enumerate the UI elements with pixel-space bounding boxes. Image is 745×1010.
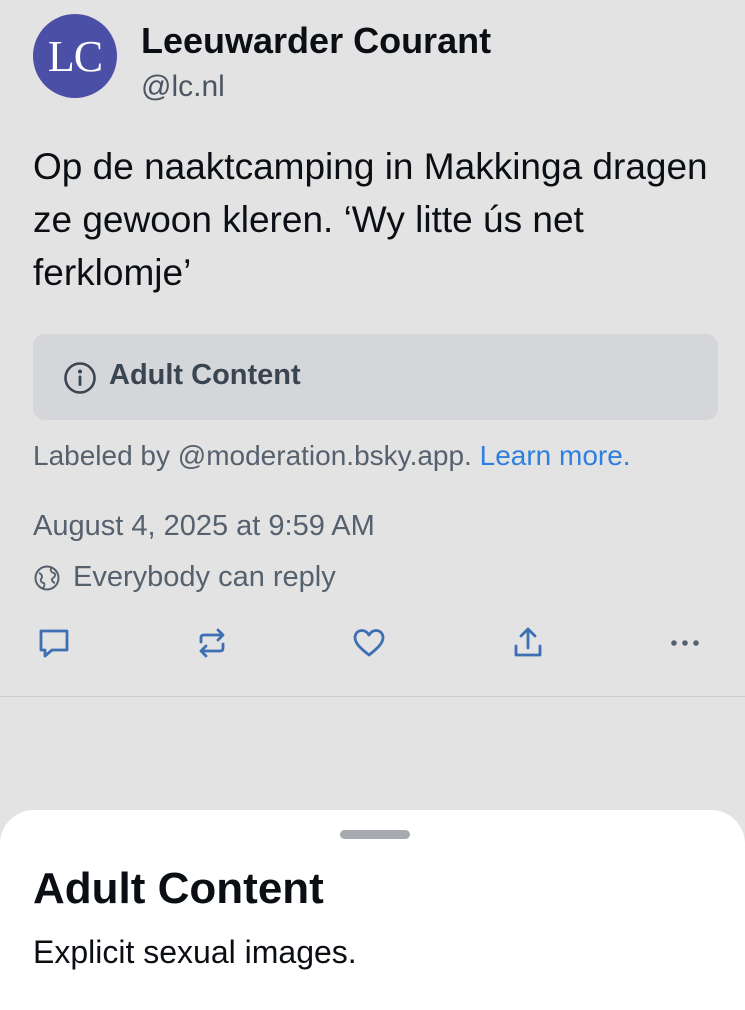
avatar[interactable]: LC bbox=[33, 14, 117, 98]
globe-icon bbox=[34, 565, 60, 590]
labeled-by-text: Labeled by @moderation.bsky.app. Learn m… bbox=[33, 440, 631, 472]
labeled-by-prefix: Labeled by @moderation.bsky.app. bbox=[33, 440, 472, 471]
post-timestamp: August 4, 2025 at 9:59 AM bbox=[33, 510, 375, 542]
info-icon bbox=[64, 362, 96, 394]
sheet-description: Explicit sexual images. bbox=[33, 934, 357, 970]
like-icon bbox=[353, 629, 385, 657]
post-thread-item: LC Leeuwarder Courant @lc.nl Op de naakt… bbox=[0, 0, 745, 697]
more-icon bbox=[671, 640, 699, 646]
reply-setting[interactable]: Everybody can reply bbox=[33, 561, 336, 594]
share-button[interactable] bbox=[503, 620, 553, 666]
share-icon bbox=[514, 627, 542, 657]
repost-button[interactable] bbox=[187, 620, 237, 666]
post-actions bbox=[0, 620, 745, 670]
post-text: Op de naaktcamping in Makkinga dragen ze… bbox=[33, 146, 708, 293]
content-label-button[interactable]: Adult Content bbox=[33, 334, 718, 420]
like-button[interactable] bbox=[344, 620, 394, 666]
reply-setting-label: Everybody can reply bbox=[73, 561, 336, 593]
reply-button[interactable] bbox=[29, 620, 79, 666]
repost-icon bbox=[199, 628, 225, 658]
content-label-title: Adult Content bbox=[109, 359, 301, 391]
content-label-sheet: Adult Content Explicit sexual images. bbox=[0, 810, 745, 1010]
sheet-title: Adult Content bbox=[33, 864, 324, 913]
sheet-grabber-handle[interactable] bbox=[340, 830, 410, 839]
more-options-button[interactable] bbox=[660, 620, 710, 666]
avatar-initials: LC bbox=[47, 31, 103, 81]
author-display-name[interactable]: Leeuwarder Courant bbox=[141, 20, 491, 62]
learn-more-link[interactable]: Learn more. bbox=[480, 440, 631, 471]
author-handle[interactable]: @lc.nl bbox=[141, 70, 225, 104]
reply-icon bbox=[39, 629, 69, 658]
